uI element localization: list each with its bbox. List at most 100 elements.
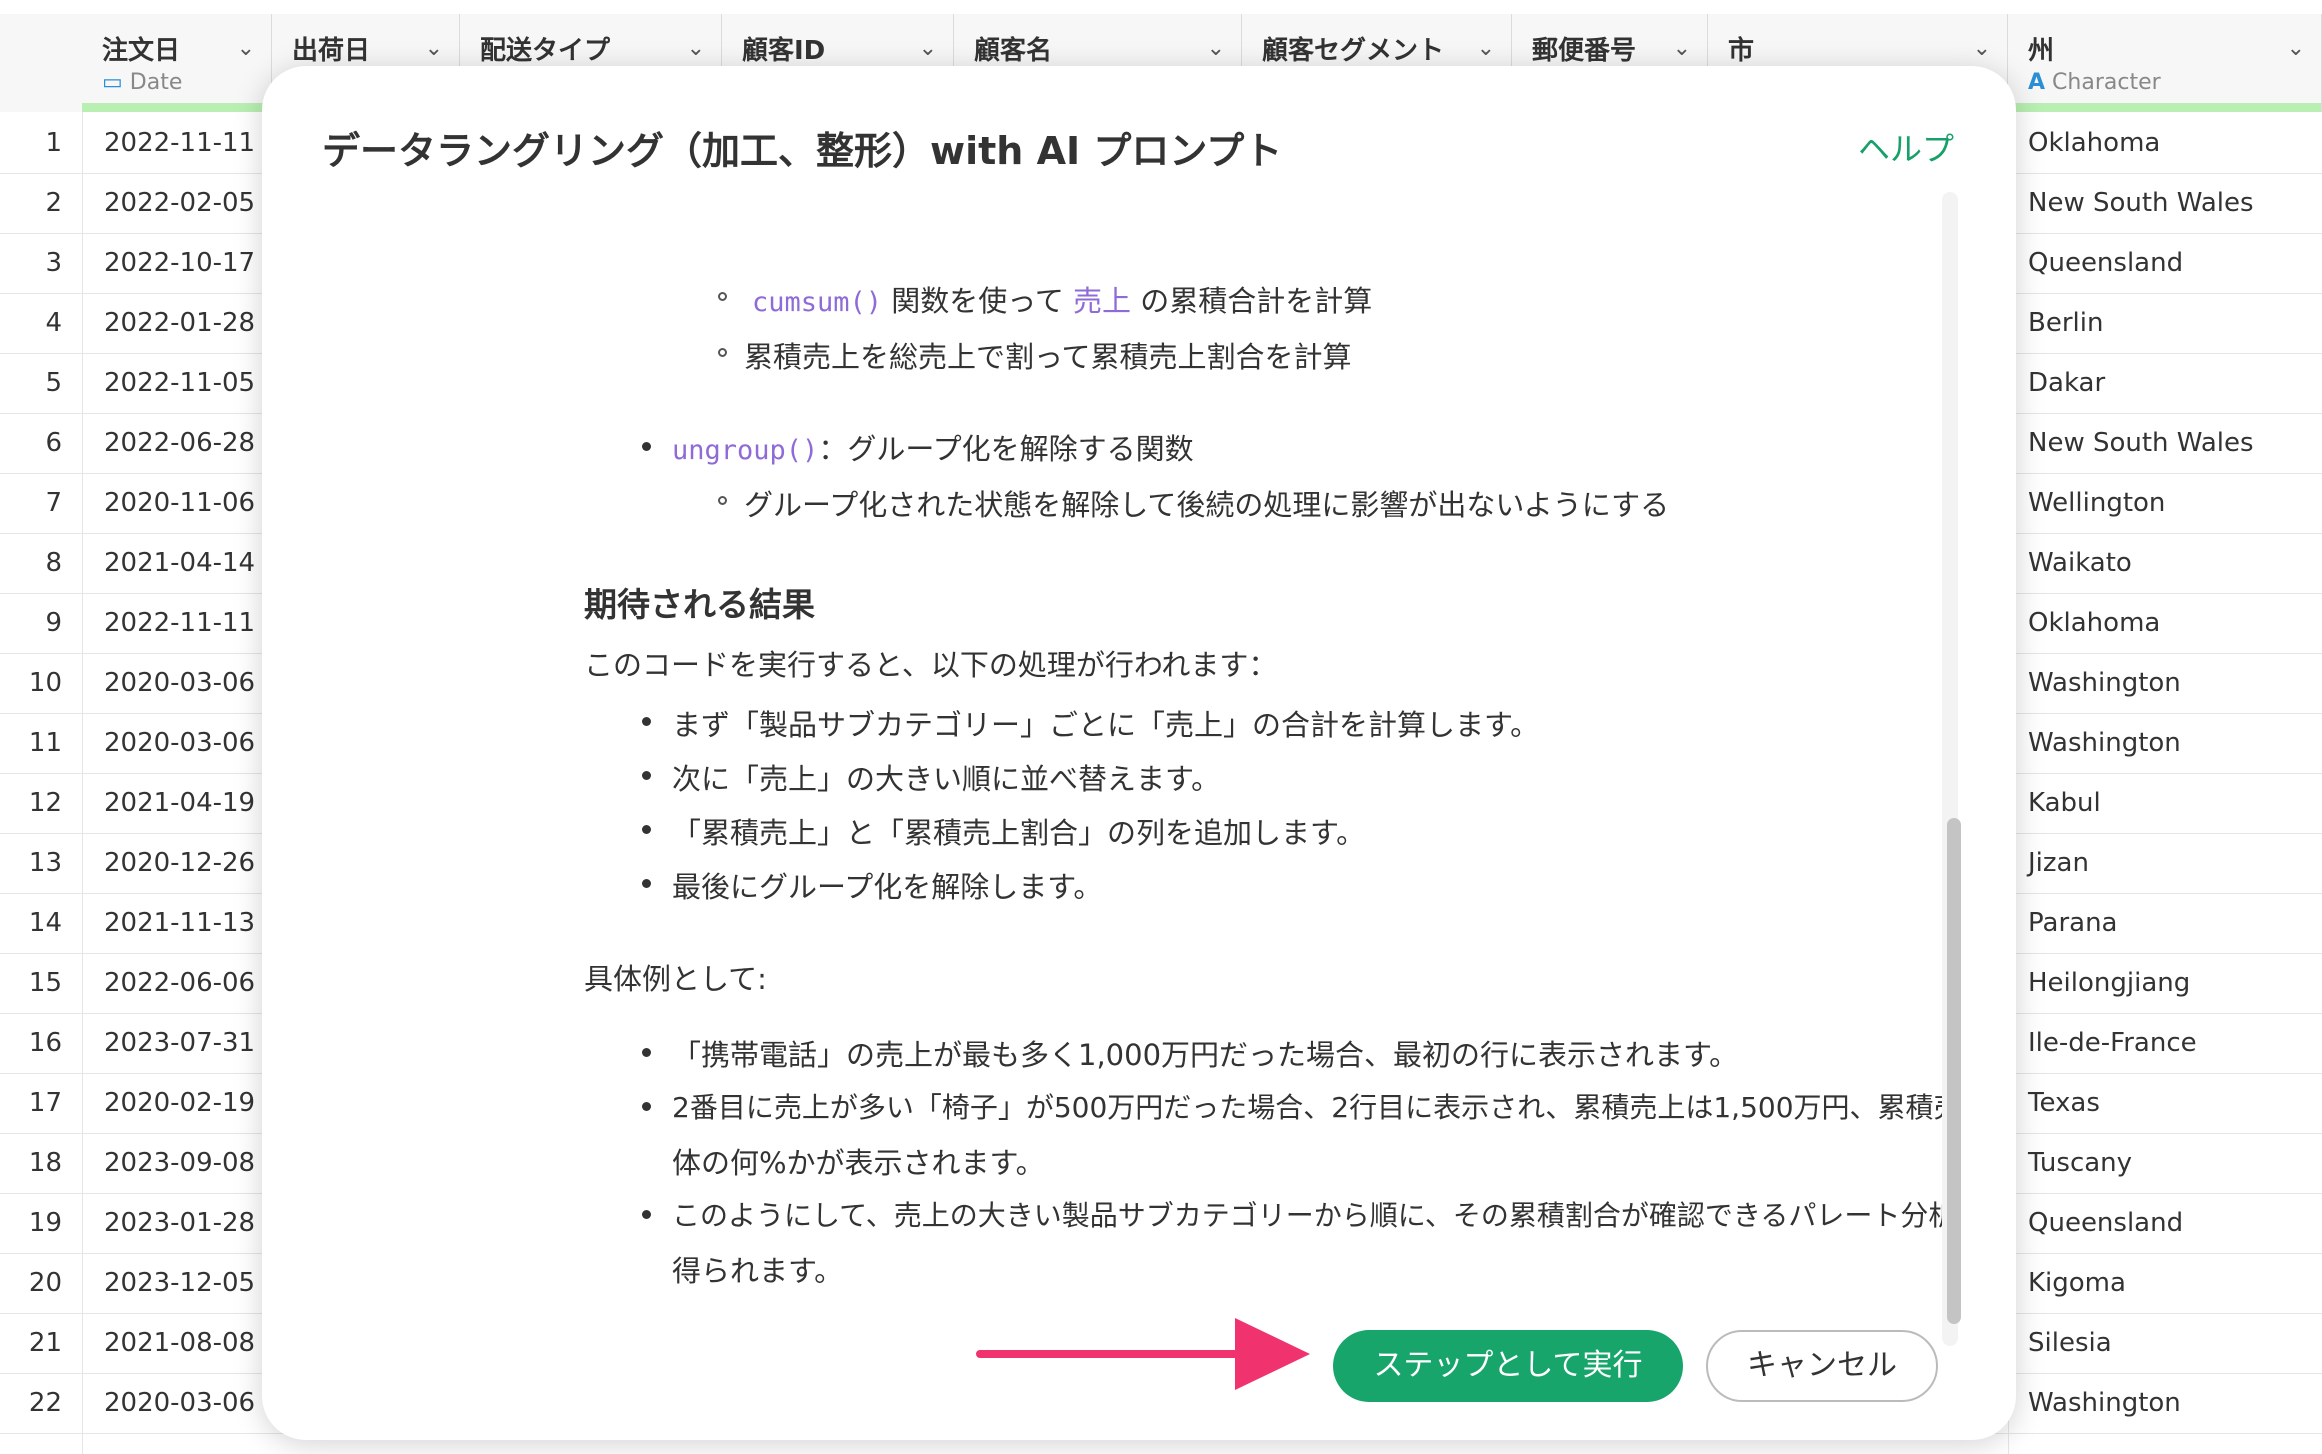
dialog-content: cumsum() 関数を使って 売上 の累積合計を計算 累積売上を総売上で割って… — [322, 196, 1942, 1326]
row-number: 13 — [28, 848, 62, 878]
row-number: 22 — [28, 1388, 62, 1418]
calendar-icon: ▭ — [102, 70, 123, 95]
cell-state: Washington — [2028, 1388, 2181, 1418]
cell-state: Texas — [2028, 1088, 2100, 1118]
expected-item: 次に「売上」の大きい順に並べ替えます。 — [672, 762, 1221, 796]
cell-order-date: 2021-04-19 — [104, 788, 256, 818]
cell-order-date: 2020-12-26 — [104, 848, 256, 878]
cell-order-date: 2022-10-17 — [104, 248, 256, 278]
example-item-cont: 体の何%かが表示されます。 — [672, 1146, 1045, 1180]
cell-state: Oklahoma — [2028, 608, 2161, 638]
row-number: 19 — [28, 1208, 62, 1238]
column-quality-bar — [82, 103, 271, 112]
column-name: 配送タイプ — [480, 36, 611, 66]
cell-state: Jizan — [2028, 848, 2089, 878]
row-number: 5 — [45, 368, 62, 398]
ungroup-sub-line: グループ化された状態を解除して後続の処理に影響が出ないようにする — [744, 488, 1670, 522]
cell-order-date: 2023-07-31 — [104, 1028, 256, 1058]
cell-order-date: 2022-11-11 — [104, 608, 256, 638]
row-number: 3 — [45, 248, 62, 278]
bullet — [642, 442, 651, 451]
sub-bullet — [718, 292, 727, 301]
row-number: 21 — [28, 1328, 62, 1358]
row-number: 1 — [45, 128, 62, 158]
column-quality-bar — [2008, 103, 2321, 112]
cell-state: New South Wales — [2028, 428, 2254, 458]
annotation-arrow — [976, 1318, 1310, 1390]
cell-state: Ile-de-France — [2028, 1028, 2197, 1058]
cell-state: New South Wales — [2028, 188, 2254, 218]
column-header-state[interactable]: 州 A Character ⌄ — [2008, 14, 2322, 112]
bullet — [642, 825, 651, 834]
cancel-button[interactable]: キャンセル — [1706, 1330, 1938, 1402]
chevron-down-icon[interactable]: ⌄ — [919, 36, 937, 61]
cell-state: Silesia — [2028, 1328, 2112, 1358]
bullet — [642, 771, 651, 780]
cell-order-date: 2021-08-08 — [104, 1328, 256, 1358]
cell-order-date: 2022-06-28 — [104, 428, 256, 458]
cell-state: Washington — [2028, 728, 2181, 758]
ungroup-line: ungroup()：グループ化を解除する関数 — [672, 432, 1194, 466]
cell-state: Queensland — [2028, 1208, 2184, 1238]
row-number: 16 — [28, 1028, 62, 1058]
bullet — [642, 1210, 651, 1219]
column-name: 注文日 — [102, 36, 181, 66]
cell-state: Kabul — [2028, 788, 2101, 818]
cell-state: Waikato — [2028, 548, 2132, 578]
cell-order-date: 2020-03-06 — [104, 668, 256, 698]
sub-bullet — [718, 348, 727, 357]
cell-order-date: 2022-06-06 — [104, 968, 256, 998]
ai-prompt-dialog: データラングリング（加工、整形）with AI プロンプト ヘルプ cumsum… — [262, 66, 2016, 1440]
cell-order-date: 2020-03-06 — [104, 728, 256, 758]
chevron-down-icon[interactable]: ⌄ — [1477, 36, 1495, 61]
chevron-down-icon[interactable]: ⌄ — [687, 36, 705, 61]
column-name: 顧客セグメント — [1262, 36, 1445, 66]
column-name: 州 — [2028, 36, 2055, 66]
cell-order-date: 2020-02-19 — [104, 1088, 256, 1118]
cumsum-line: cumsum() 関数を使って 売上 の累積合計を計算 — [752, 284, 1373, 318]
expected-heading: 期待される結果 — [584, 585, 815, 624]
help-link[interactable]: ヘルプ — [1858, 124, 1954, 170]
character-type-icon: A — [2028, 70, 2046, 95]
sub-bullet — [718, 496, 727, 505]
chevron-down-icon[interactable]: ⌄ — [1207, 36, 1225, 61]
expected-item: まず「製品サブカテゴリー」ごとに「売上」の合計を計算します。 — [672, 708, 1540, 742]
row-number: 17 — [28, 1088, 62, 1118]
row-number: 8 — [45, 548, 62, 578]
ratio-line: 累積売上を総売上で割って累積売上割合を計算 — [744, 340, 1352, 374]
run-as-step-button[interactable]: ステップとして実行 — [1333, 1330, 1683, 1402]
cell-state: Dakar — [2028, 368, 2106, 398]
chevron-down-icon[interactable]: ⌄ — [2287, 36, 2305, 61]
chevron-down-icon[interactable]: ⌄ — [1673, 36, 1691, 61]
cell-state: Oklahoma — [2028, 128, 2161, 158]
chevron-down-icon[interactable]: ⌄ — [425, 36, 443, 61]
cell-order-date: 2023-12-05 — [104, 1268, 256, 1298]
bullet — [642, 1102, 651, 1111]
row-number: 11 — [28, 728, 62, 758]
cell-order-date: 2022-11-05 — [104, 368, 256, 398]
row-number: 18 — [28, 1148, 62, 1178]
column-name: 顧客ID — [742, 36, 826, 66]
row-number: 12 — [28, 788, 62, 818]
column-header-order-date[interactable]: 注文日 ▭ Date ⌄ — [82, 14, 272, 112]
row-number: 14 — [28, 908, 62, 938]
scrollbar-thumb[interactable] — [1947, 818, 1961, 1324]
row-number: 9 — [45, 608, 62, 638]
cell-order-date: 2022-11-11 — [104, 128, 256, 158]
cell-state: Queensland — [2028, 248, 2184, 278]
column-name: 市 — [1728, 36, 1755, 66]
cell-order-date: 2021-11-13 — [104, 908, 256, 938]
bullet — [642, 879, 651, 888]
cell-order-date: 2021-04-14 — [104, 548, 256, 578]
expected-item: 最後にグループ化を解除します。 — [672, 870, 1103, 904]
cell-state: Washington — [2028, 668, 2181, 698]
cell-order-date: 2020-03-06 — [104, 1388, 256, 1418]
cell-state: Heilongjiang — [2028, 968, 2191, 998]
column-type: ▭ Date — [102, 70, 183, 95]
chevron-down-icon[interactable]: ⌄ — [1973, 36, 1991, 61]
chevron-down-icon[interactable]: ⌄ — [237, 36, 255, 61]
cell-order-date: 2023-01-28 — [104, 1208, 256, 1238]
cell-state: Wellington — [2028, 488, 2166, 518]
example-item: 2番目に売上が多い「椅子」が500万円だった場合、2行目に表示され、累積売上は1… — [672, 1091, 1942, 1124]
column-name: 出荷日 — [292, 36, 371, 66]
